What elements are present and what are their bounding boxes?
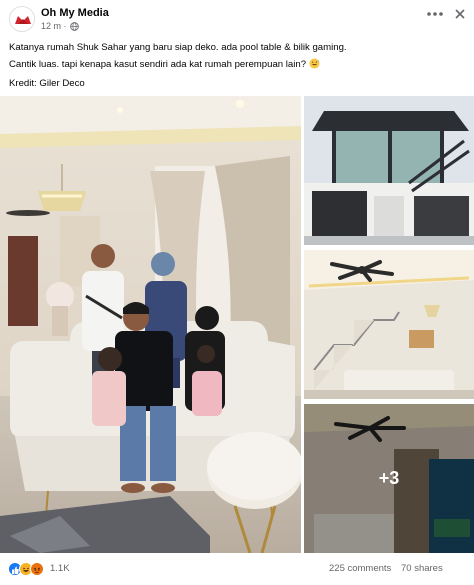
more-photos-overlay[interactable]: +3: [304, 404, 474, 553]
page-name[interactable]: Oh My Media: [41, 7, 109, 19]
close-icon[interactable]: [452, 6, 468, 22]
side-photo-exterior[interactable]: [304, 96, 474, 245]
caption-line-2: Cantik luas. tapi kenapa kasut sendiri a…: [9, 56, 464, 75]
angry-reaction-icon: [30, 562, 44, 576]
side-photo-interior[interactable]: +3: [304, 404, 474, 553]
reactions-count[interactable]: 1.1K: [50, 563, 70, 574]
caption-line-1: Katanya rumah Shuk Sahar yang baru siap …: [9, 42, 347, 53]
caption-line-2-text: Cantik luas. tapi kenapa kasut sendiri a…: [9, 59, 307, 70]
post-header: Oh My Media 12 m ·: [0, 0, 474, 36]
shares-count[interactable]: 70 shares: [401, 563, 443, 574]
more-dots-icon[interactable]: [424, 7, 446, 21]
post-meta: 12 m ·: [41, 21, 79, 33]
caption-credit: Kredit: Giler Deco: [9, 78, 85, 89]
post-time[interactable]: 12 m: [41, 21, 61, 31]
post-caption: Katanya rumah Shuk Sahar yang baru siap …: [9, 39, 464, 92]
side-photo-staircase[interactable]: [304, 250, 474, 399]
meta-separator: ·: [63, 21, 67, 31]
comments-count[interactable]: 225 comments: [329, 563, 391, 574]
post-footer: 1.1K 225 comments 70 shares: [0, 556, 474, 585]
more-photos-count[interactable]: +3: [379, 468, 400, 489]
main-photo[interactable]: [0, 96, 301, 553]
sweat-smile-emoji: [309, 58, 320, 75]
globe-icon: [70, 22, 79, 33]
page-avatar[interactable]: [9, 6, 35, 32]
